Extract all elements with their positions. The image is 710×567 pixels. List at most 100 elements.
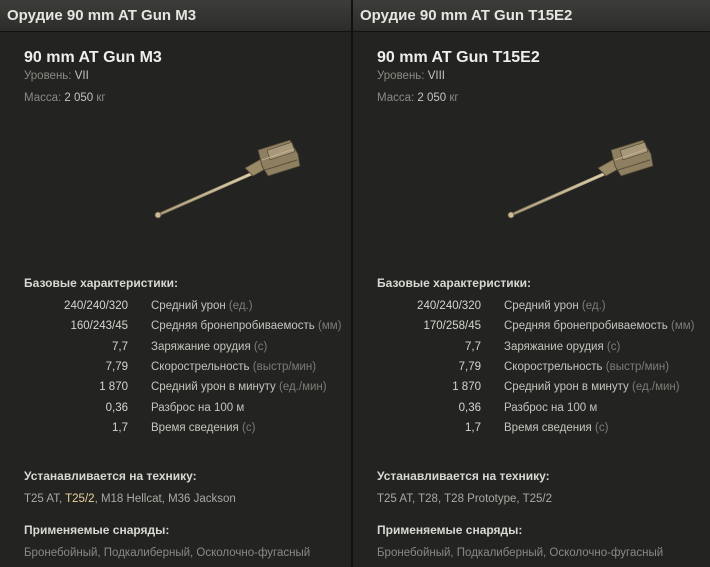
mass-label: Масса:	[24, 92, 62, 104]
stat-value: 1,7	[112, 421, 128, 434]
stat-value: 1,7	[465, 421, 481, 434]
stat-row: 7,79 Скорострельность (выстр/мин)	[0, 361, 351, 379]
level-value: VII	[74, 70, 89, 82]
stat-label-text: Заряжание орудия	[151, 340, 251, 353]
stat-label: Разброс на 100 м	[504, 402, 597, 414]
stat-row: 1,7 Время сведения (с)	[0, 422, 351, 440]
shell-list: Бронебойный, Подкалиберный, Осколочно-фу…	[377, 547, 664, 559]
stat-value: 1 870	[452, 381, 481, 394]
gun-panel-left: Орудие 90 mm AT Gun M3 90 mm AT Gun M3 У…	[0, 0, 351, 567]
stat-label: Скорострельность (выстр/мин)	[504, 361, 669, 373]
gun-level: Уровень: VIII	[377, 70, 445, 82]
stat-unit: (выстр/мин)	[252, 360, 317, 373]
stat-row: 1,7 Время сведения (с)	[353, 422, 710, 440]
mass-label: Масса:	[377, 92, 415, 104]
stat-unit: (ед.)	[581, 300, 606, 312]
stat-value: 7,79	[105, 360, 128, 373]
stat-value: 7,7	[465, 340, 481, 353]
stat-label-text: Разброс на 100 м	[151, 401, 245, 414]
stat-row: 0,36 Разброс на 100 м	[0, 402, 351, 420]
stat-unit: (с)	[241, 421, 256, 434]
panel-header: Орудие 90 mm AT Gun M3	[0, 0, 351, 32]
stat-value: 240/240/320	[64, 300, 128, 312]
stat-row: 0,36 Разброс на 100 м	[353, 402, 710, 420]
vehicle-link[interactable]: M36 Jackson	[168, 493, 236, 505]
stat-value: 0,36	[458, 401, 481, 414]
stat-label-text: Скорострельность	[504, 360, 603, 373]
stat-unit: (с)	[253, 340, 268, 353]
vehicle-link[interactable]: T28	[418, 493, 438, 505]
gun-mass: Масса: 2 050 кг	[377, 92, 459, 104]
install-title: Устанавливается на технику:	[377, 469, 550, 483]
base-stats-title: Базовые характеристики:	[377, 276, 531, 290]
stat-label-text: Средняя бронепробиваемость	[504, 320, 668, 333]
stat-row: 7,7 Заряжание орудия (с)	[353, 341, 710, 359]
stat-value: 7,79	[458, 360, 481, 373]
stat-label-text: Средний урон	[504, 300, 579, 312]
vehicle-link[interactable]: T25 AT	[377, 493, 412, 505]
vehicle-link[interactable]: T25 AT	[24, 493, 59, 505]
install-title: Устанавливается на технику:	[24, 469, 197, 483]
shells-title: Применяемые снаряды:	[377, 523, 523, 537]
level-label: Уровень:	[24, 70, 72, 82]
gun-image	[154, 140, 301, 219]
stat-label-text: Время сведения	[504, 421, 592, 434]
stat-row: 7,7 Заряжание орудия (с)	[0, 341, 351, 359]
gun-level: Уровень: VII	[24, 70, 89, 82]
vehicle-list: T25 AT, T28, T28 Prototype, T25/2	[377, 493, 552, 505]
stat-row: 160/243/45 Средняя бронепробиваемость (мм…	[0, 320, 351, 338]
stat-row: 170/258/45 Средняя бронепробиваемость (мм…	[353, 320, 710, 338]
stat-value: 160/243/45	[70, 320, 128, 333]
vehicle-link[interactable]: T25/2	[65, 493, 94, 505]
stat-unit: (с)	[594, 421, 609, 434]
stat-row: 1 870 Средний урон в минуту (ед./мин)	[0, 381, 351, 399]
mass-value: 2 050	[417, 92, 447, 104]
stat-value: 7,7	[112, 340, 128, 353]
stat-row: 7,79 Скорострельность (выстр/мин)	[353, 361, 710, 379]
base-stats-title: Базовые характеристики:	[24, 276, 178, 290]
stat-unit: (мм)	[671, 320, 695, 333]
stat-value: 1 870	[99, 381, 128, 394]
gun-image	[507, 140, 654, 219]
stat-label: Средний урон в минуту (ед./мин)	[504, 381, 680, 393]
stat-label: Средняя бронепробиваемость (мм)	[151, 320, 341, 332]
gun-name: 90 mm AT Gun T15E2	[377, 49, 540, 66]
stat-label-text: Средний урон	[151, 300, 226, 312]
shell-list: Бронебойный, Подкалиберный, Осколочно-фу…	[24, 547, 311, 559]
stat-value: 0,36	[105, 401, 128, 414]
level-label: Уровень:	[377, 70, 425, 82]
vehicle-list: T25 AT, T25/2, M18 Hellcat, M36 Jackson	[24, 493, 236, 505]
level-value: VIII	[427, 70, 445, 82]
mass-unit: кг	[449, 92, 459, 104]
gun-panel-right: Орудие 90 mm AT Gun T15E2 90 mm AT Gun T…	[353, 0, 710, 567]
stat-label-text: Скорострельность	[151, 360, 250, 373]
stat-label-text: Время сведения	[151, 421, 239, 434]
vehicle-link[interactable]: M18 Hellcat	[101, 493, 162, 505]
panel-header: Орудие 90 mm AT Gun T15E2	[353, 0, 710, 32]
stat-row: 240/240/320 Средний урон (ед.)	[353, 300, 710, 318]
stat-label: Заряжание орудия (с)	[151, 341, 267, 353]
stat-unit: (выстр/мин)	[605, 360, 670, 373]
shells-title: Применяемые снаряды:	[24, 523, 170, 537]
stat-label: Время сведения (с)	[504, 422, 608, 434]
stat-label: Разброс на 100 м	[151, 402, 244, 414]
stat-label-text: Средняя бронепробиваемость	[151, 320, 315, 333]
stat-value: 240/240/320	[417, 300, 481, 312]
stat-label: Средняя бронепробиваемость (мм)	[504, 320, 694, 332]
stat-value: 170/258/45	[423, 320, 481, 333]
stat-label-text: Заряжание орудия	[504, 340, 604, 353]
stat-label: Скорострельность (выстр/мин)	[151, 361, 316, 373]
stat-label: Средний урон (ед.)	[504, 300, 606, 312]
stat-unit: (ед./мин)	[279, 381, 327, 394]
stat-label: Время сведения (с)	[151, 422, 255, 434]
vehicle-link[interactable]: T28 Prototype	[444, 493, 516, 505]
vehicle-link[interactable]: T25/2	[523, 493, 552, 505]
stat-unit: (ед.)	[228, 300, 253, 312]
mass-value: 2 050	[64, 92, 94, 104]
stat-row: 240/240/320 Средний урон (ед.)	[0, 300, 351, 318]
stat-label-text: Разброс на 100 м	[504, 401, 598, 414]
stat-unit: (мм)	[318, 320, 342, 333]
stat-label-text: Средний урон в минуту	[504, 381, 629, 394]
stat-label-text: Средний урон в минуту	[151, 381, 276, 394]
stat-label: Средний урон в минуту (ед./мин)	[151, 381, 327, 393]
